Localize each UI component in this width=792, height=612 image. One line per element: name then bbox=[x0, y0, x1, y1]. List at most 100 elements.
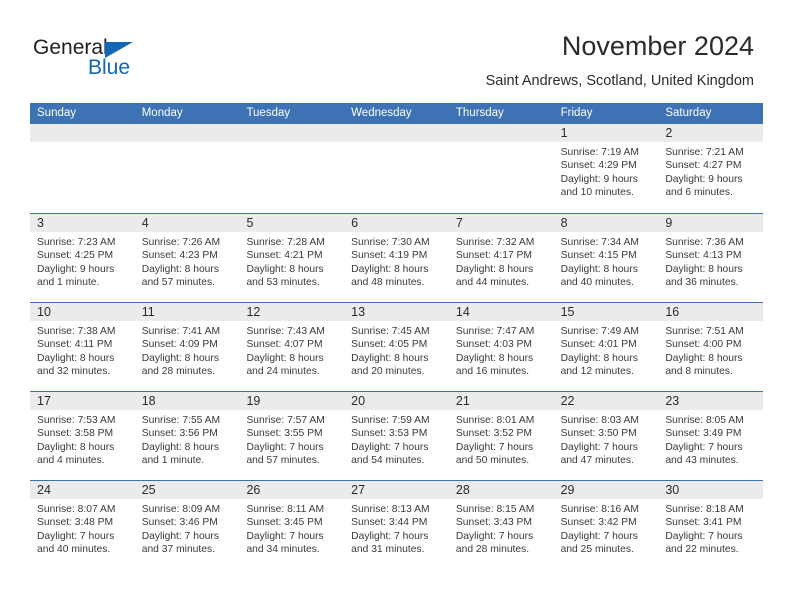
sunset-text: Sunset: 3:41 PM bbox=[665, 517, 742, 529]
calendar-day-cell[interactable]: 9 Sunrise: 7:36 AM Sunset: 4:13 PM Daylight… bbox=[658, 214, 764, 302]
sunset-text: Sunset: 3:55 PM bbox=[246, 428, 323, 440]
calendar-day-cell[interactable]: 3 Sunrise: 7:23 AM Sunset: 4:25 PM Daylight… bbox=[30, 214, 135, 302]
daylight-text: Daylight: 9 hours and 6 minutes. bbox=[665, 173, 743, 199]
calendar-week-row: 17 Sunrise: 7:53 AM Sunset: 3:58 PM Dayligh… bbox=[30, 391, 764, 480]
sunrise-text: Sunrise: 7:51 AM bbox=[665, 326, 744, 337]
calendar-day-cell[interactable]: 15 Sunrise: 7:49 AM Sunset: 4:01 PM Dayligh… bbox=[553, 303, 659, 391]
day-sun-info: Sunrise: 7:36 AM Sunset: 4:13 PM Daylight:… bbox=[658, 232, 763, 290]
calendar-day-cell[interactable]: 24 Sunrise: 8:07 AM Sunset: 3:48 PM Dayligh… bbox=[30, 481, 135, 569]
sunrise-text: Sunrise: 8:05 AM bbox=[665, 415, 744, 426]
daylight-text: Daylight: 7 hours and 37 minutes. bbox=[141, 530, 219, 556]
sunset-text: Sunset: 4:17 PM bbox=[455, 250, 533, 262]
calendar-day-cell[interactable]: 10 Sunrise: 7:38 AM Sunset: 4:11 PM Dayligh… bbox=[30, 303, 135, 391]
sunset-text: Sunset: 3:48 PM bbox=[37, 517, 114, 529]
day-number bbox=[239, 124, 345, 142]
weekday-header-tuesday: Tuesday bbox=[246, 107, 291, 119]
daylight-text: Daylight: 8 hours and 48 minutes. bbox=[351, 263, 429, 289]
sunrise-text: Sunrise: 7:26 AM bbox=[141, 237, 221, 248]
daylight-text: Daylight: 7 hours and 57 minutes. bbox=[246, 441, 324, 467]
calendar-day-cell[interactable]: 13 Sunrise: 7:45 AM Sunset: 4:05 PM Dayligh… bbox=[344, 303, 449, 391]
daylight-text: Daylight: 7 hours and 22 minutes. bbox=[665, 530, 743, 556]
daylight-text: Daylight: 7 hours and 54 minutes. bbox=[351, 441, 429, 467]
day-sun-info: Sunrise: 7:49 AM Sunset: 4:01 PM Daylight:… bbox=[554, 321, 659, 379]
day-number: 27 bbox=[344, 481, 449, 499]
calendar-day-cell[interactable]: 7 Sunrise: 7:32 AM Sunset: 4:17 PM Daylight… bbox=[448, 214, 554, 302]
day-number: 29 bbox=[553, 481, 659, 499]
day-number: 28 bbox=[448, 481, 554, 499]
calendar-day-cell[interactable]: 8 Sunrise: 7:34 AM Sunset: 4:15 PM Daylight… bbox=[553, 214, 659, 302]
sunset-text: Sunset: 4:09 PM bbox=[141, 339, 218, 351]
sunset-text: Sunset: 4:15 PM bbox=[560, 250, 637, 262]
day-sun-info: Sunrise: 7:43 AM Sunset: 4:07 PM Daylight:… bbox=[239, 321, 344, 379]
calendar-day-cell[interactable]: 27 Sunrise: 8:13 AM Sunset: 3:44 PM Dayligh… bbox=[344, 481, 449, 569]
calendar-day-cell[interactable]: 23 Sunrise: 8:05 AM Sunset: 3:49 PM Dayligh… bbox=[658, 392, 764, 480]
sunset-text: Sunset: 3:46 PM bbox=[141, 517, 218, 529]
day-number: 21 bbox=[448, 392, 554, 410]
sunset-text: Sunset: 4:13 PM bbox=[665, 250, 742, 262]
day-number: 15 bbox=[553, 303, 659, 321]
sunset-text: Sunset: 4:11 PM bbox=[37, 339, 113, 351]
sunset-text: Sunset: 3:52 PM bbox=[455, 428, 533, 440]
day-number bbox=[134, 124, 240, 142]
sunrise-text: Sunrise: 8:01 AM bbox=[455, 415, 535, 426]
weekday-header-row: Sunday Monday Tuesday Wednesday Thursday… bbox=[30, 103, 763, 124]
calendar-day-cell[interactable]: 19 Sunrise: 7:57 AM Sunset: 3:55 PM Dayligh… bbox=[239, 392, 345, 480]
daylight-text: Daylight: 7 hours and 47 minutes. bbox=[560, 441, 638, 467]
day-number: 3 bbox=[30, 214, 135, 232]
daylight-text: Daylight: 8 hours and 32 minutes. bbox=[37, 352, 115, 378]
day-sun-info: Sunrise: 7:21 AM Sunset: 4:27 PM Daylight:… bbox=[658, 142, 763, 200]
calendar-day-cell[interactable]: 12 Sunrise: 7:43 AM Sunset: 4:07 PM Dayligh… bbox=[239, 303, 345, 391]
calendar-day-cell[interactable]: 5 Sunrise: 7:28 AM Sunset: 4:21 PM Daylight… bbox=[239, 214, 345, 302]
calendar-day-cell[interactable]: 14 Sunrise: 7:47 AM Sunset: 4:03 PM Dayligh… bbox=[448, 303, 554, 391]
calendar-day-cell[interactable]: 11 Sunrise: 7:41 AM Sunset: 4:09 PM Dayligh… bbox=[134, 303, 240, 391]
calendar-day-cell[interactable]: 22 Sunrise: 8:03 AM Sunset: 3:50 PM Dayligh… bbox=[553, 392, 659, 480]
sunrise-text: Sunrise: 7:34 AM bbox=[560, 237, 640, 248]
day-sun-info: Sunrise: 7:47 AM Sunset: 4:03 PM Daylight:… bbox=[449, 321, 554, 379]
calendar-day-cell[interactable]: 21 Sunrise: 8:01 AM Sunset: 3:52 PM Dayligh… bbox=[448, 392, 554, 480]
day-sun-info: Sunrise: 8:11 AM Sunset: 3:45 PM Daylight:… bbox=[239, 499, 344, 557]
daylight-text: Daylight: 8 hours and 40 minutes. bbox=[560, 263, 638, 289]
daylight-text: Daylight: 8 hours and 57 minutes. bbox=[141, 263, 219, 289]
day-sun-info: Sunrise: 7:55 AM Sunset: 3:56 PM Daylight:… bbox=[135, 410, 240, 468]
calendar-day-cell[interactable]: 28 Sunrise: 8:15 AM Sunset: 3:43 PM Dayligh… bbox=[448, 481, 554, 569]
day-sun-info: Sunrise: 8:05 AM Sunset: 3:49 PM Daylight:… bbox=[658, 410, 763, 468]
day-number: 14 bbox=[448, 303, 554, 321]
sunrise-text: Sunrise: 7:21 AM bbox=[665, 147, 744, 158]
sunset-text: Sunset: 4:00 PM bbox=[665, 339, 742, 351]
calendar-day-cell[interactable]: 1 Sunrise: 7:19 AM Sunset: 4:29 PM Daylight… bbox=[553, 124, 659, 213]
daylight-text: Daylight: 8 hours and 16 minutes. bbox=[455, 352, 534, 378]
sunrise-text: Sunrise: 7:19 AM bbox=[560, 147, 640, 158]
day-sun-info: Sunrise: 8:07 AM Sunset: 3:48 PM Daylight:… bbox=[30, 499, 135, 557]
daylight-text: Daylight: 7 hours and 31 minutes. bbox=[351, 530, 429, 556]
sunset-text: Sunset: 4:07 PM bbox=[246, 339, 323, 351]
day-number: 10 bbox=[30, 303, 135, 321]
day-sun-info: Sunrise: 8:18 AM Sunset: 3:41 PM Daylight:… bbox=[658, 499, 763, 557]
calendar-day-cell[interactable]: 16 Sunrise: 7:51 AM Sunset: 4:00 PM Dayligh… bbox=[658, 303, 764, 391]
calendar-day-cell[interactable]: 26 Sunrise: 8:11 AM Sunset: 3:45 PM Dayligh… bbox=[239, 481, 345, 569]
calendar-day-cell[interactable]: 4 Sunrise: 7:26 AM Sunset: 4:23 PM Daylight… bbox=[134, 214, 240, 302]
calendar-day-cell[interactable]: 18 Sunrise: 7:55 AM Sunset: 3:56 PM Dayligh… bbox=[134, 392, 240, 480]
calendar-day-cell[interactable]: 6 Sunrise: 7:30 AM Sunset: 4:19 PM Daylight… bbox=[344, 214, 449, 302]
day-number: 6 bbox=[344, 214, 449, 232]
calendar-day-cell-empty bbox=[30, 124, 135, 213]
calendar-day-cell[interactable]: 2 Sunrise: 7:21 AM Sunset: 4:27 PM Daylight… bbox=[658, 124, 764, 213]
calendar-day-cell[interactable]: 17 Sunrise: 7:53 AM Sunset: 3:58 PM Dayligh… bbox=[30, 392, 135, 480]
daylight-text: Daylight: 8 hours and 20 minutes. bbox=[351, 352, 429, 378]
day-number: 24 bbox=[30, 481, 135, 499]
calendar-week-row: 24 Sunrise: 8:07 AM Sunset: 3:48 PM Dayligh… bbox=[30, 480, 764, 569]
brand-logo[interactable]: General Blue bbox=[33, 36, 163, 84]
day-number: 7 bbox=[448, 214, 554, 232]
day-sun-info: Sunrise: 7:38 AM Sunset: 4:11 PM Daylight:… bbox=[30, 321, 135, 379]
day-number: 17 bbox=[30, 392, 135, 410]
calendar-day-cell[interactable]: 30 Sunrise: 8:18 AM Sunset: 3:41 PM Dayligh… bbox=[658, 481, 764, 569]
sunset-text: Sunset: 3:42 PM bbox=[560, 517, 637, 529]
day-number: 11 bbox=[134, 303, 240, 321]
calendar-day-cell[interactable]: 29 Sunrise: 8:16 AM Sunset: 3:42 PM Dayligh… bbox=[553, 481, 659, 569]
calendar-day-cell[interactable]: 20 Sunrise: 7:59 AM Sunset: 3:53 PM Dayligh… bbox=[344, 392, 449, 480]
day-sun-info: Sunrise: 8:15 AM Sunset: 3:43 PM Daylight:… bbox=[449, 499, 554, 557]
daylight-text: Daylight: 8 hours and 36 minutes. bbox=[665, 263, 743, 289]
calendar-day-cell[interactable]: 25 Sunrise: 8:09 AM Sunset: 3:46 PM Dayligh… bbox=[134, 481, 240, 569]
sunrise-text: Sunrise: 7:55 AM bbox=[141, 415, 221, 426]
day-sun-info: Sunrise: 8:09 AM Sunset: 3:46 PM Daylight:… bbox=[135, 499, 240, 557]
day-sun-info: Sunrise: 7:34 AM Sunset: 4:15 PM Daylight:… bbox=[554, 232, 659, 290]
